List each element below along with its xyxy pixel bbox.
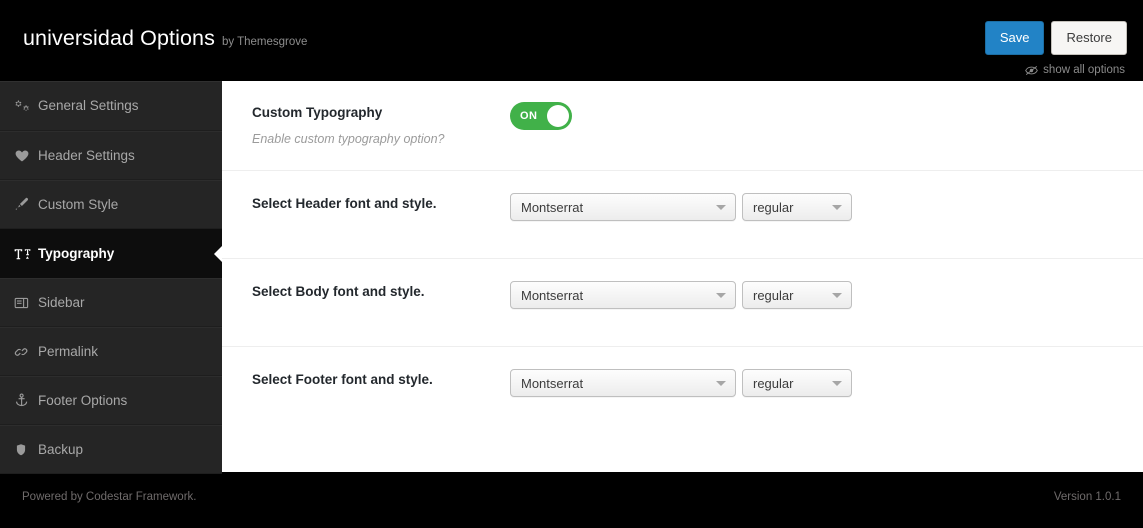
field-title: Select Body font and style.: [252, 284, 425, 299]
eye-slash-icon: [1025, 65, 1038, 76]
restore-button[interactable]: Restore: [1051, 21, 1127, 55]
anchor-icon: [14, 393, 35, 408]
sidebar-item-label: Custom Style: [38, 196, 119, 212]
paint-brush-icon: [14, 197, 35, 212]
cogs-icon: [14, 99, 35, 113]
footer-font-style-select[interactable]: regular: [742, 369, 852, 397]
show-all-options-toggle[interactable]: show all options: [1025, 64, 1127, 76]
sidebar-item-label: Footer Options: [38, 392, 128, 408]
field-label-group: Select Body font and style.: [252, 280, 510, 301]
select-value: regular: [753, 199, 794, 215]
save-button[interactable]: Save: [984, 21, 1045, 55]
field-label-group: Select Footer font and style.: [252, 368, 510, 389]
field-row-header-font: Select Header font and style. Montserrat…: [222, 171, 1143, 259]
chevron-down-icon: [832, 293, 842, 298]
header-button-group: Save Restore: [984, 21, 1127, 55]
chevron-down-icon: [716, 381, 726, 386]
custom-typography-toggle[interactable]: ON: [510, 102, 572, 130]
heart-icon: [14, 149, 35, 163]
sidebar-item-label: Typography: [38, 245, 115, 261]
field-row-custom-typography: Custom Typography Enable custom typograp…: [222, 81, 1143, 171]
body-font-family-select[interactable]: Montserrat: [510, 281, 736, 309]
select-value: Montserrat: [521, 199, 584, 215]
field-control: Montserrat regular: [510, 280, 1113, 309]
select-value: regular: [753, 287, 794, 303]
field-row-body-font: Select Body font and style. Montserrat r…: [222, 259, 1143, 347]
toggle-knob: [547, 105, 569, 127]
body-font-style-select[interactable]: regular: [742, 281, 852, 309]
page-byline: by Themesgrove: [221, 36, 308, 48]
sidebar-item-sidebar[interactable]: Sidebar: [0, 278, 222, 327]
select-value: regular: [753, 375, 794, 391]
sidebar-item-backup[interactable]: Backup: [0, 425, 222, 474]
link-icon: [14, 345, 35, 359]
chevron-down-icon: [832, 381, 842, 386]
options-panel: universidad Options by Themesgrove Save …: [0, 0, 1143, 528]
chevron-down-icon: [716, 293, 726, 298]
field-title: Custom Typography: [252, 105, 383, 120]
field-title: Select Header font and style.: [252, 196, 437, 211]
sidebar-item-custom-style[interactable]: Custom Style: [0, 180, 222, 229]
field-label-group: Custom Typography Enable custom typograp…: [252, 101, 510, 148]
field-control: ON: [510, 101, 1113, 130]
header-font-style-select[interactable]: regular: [742, 193, 852, 221]
panel-body: General Settings Header Settings Custom …: [0, 81, 1143, 474]
sidebar-item-label: Header Settings: [38, 147, 135, 163]
sidebar-item-label: Backup: [38, 441, 84, 457]
field-label-group: Select Header font and style.: [252, 192, 510, 213]
footer-font-family-select[interactable]: Montserrat: [510, 369, 736, 397]
footer-credit: Powered by Codestar Framework.: [22, 491, 197, 503]
field-description: Enable custom typography option?: [252, 132, 445, 147]
field-control: Montserrat regular: [510, 192, 1113, 221]
sidebar-nav: General Settings Header Settings Custom …: [0, 81, 222, 474]
toggle-state-label: ON: [520, 110, 538, 122]
field-title: Select Footer font and style.: [252, 372, 433, 387]
header-branding: universidad Options by Themesgrove: [0, 0, 307, 50]
show-all-options-label: show all options: [1043, 64, 1125, 76]
footer-version: Version 1.0.1: [1053, 491, 1121, 503]
sidebar-item-typography[interactable]: Typography: [0, 229, 222, 278]
field-control: Montserrat regular: [510, 368, 1113, 397]
chevron-down-icon: [716, 205, 726, 210]
text-height-icon: [14, 247, 35, 261]
select-value: Montserrat: [521, 287, 584, 303]
sidebar-icon: [14, 296, 35, 310]
sidebar-item-header-settings[interactable]: Header Settings: [0, 131, 222, 180]
sidebar-item-label: General Settings: [38, 98, 139, 114]
sidebar-item-label: Sidebar: [38, 294, 85, 310]
header-font-family-select[interactable]: Montserrat: [510, 193, 736, 221]
page-title: universidad Options: [23, 26, 215, 50]
select-value: Montserrat: [521, 375, 584, 391]
sidebar-item-label: Permalink: [38, 343, 99, 359]
sidebar-item-general-settings[interactable]: General Settings: [0, 82, 222, 131]
header-actions: Save Restore show all options: [984, 0, 1143, 76]
active-indicator-arrow: [214, 245, 222, 262]
shield-icon: [14, 443, 35, 457]
sidebar-item-permalink[interactable]: Permalink: [0, 327, 222, 376]
sidebar-item-footer-options[interactable]: Footer Options: [0, 376, 222, 425]
chevron-down-icon: [832, 205, 842, 210]
field-row-footer-font: Select Footer font and style. Montserrat…: [222, 347, 1143, 435]
page-footer: Powered by Codestar Framework. Version 1…: [0, 472, 1143, 528]
page-header: universidad Options by Themesgrove Save …: [0, 0, 1143, 81]
settings-content: Custom Typography Enable custom typograp…: [222, 81, 1143, 472]
